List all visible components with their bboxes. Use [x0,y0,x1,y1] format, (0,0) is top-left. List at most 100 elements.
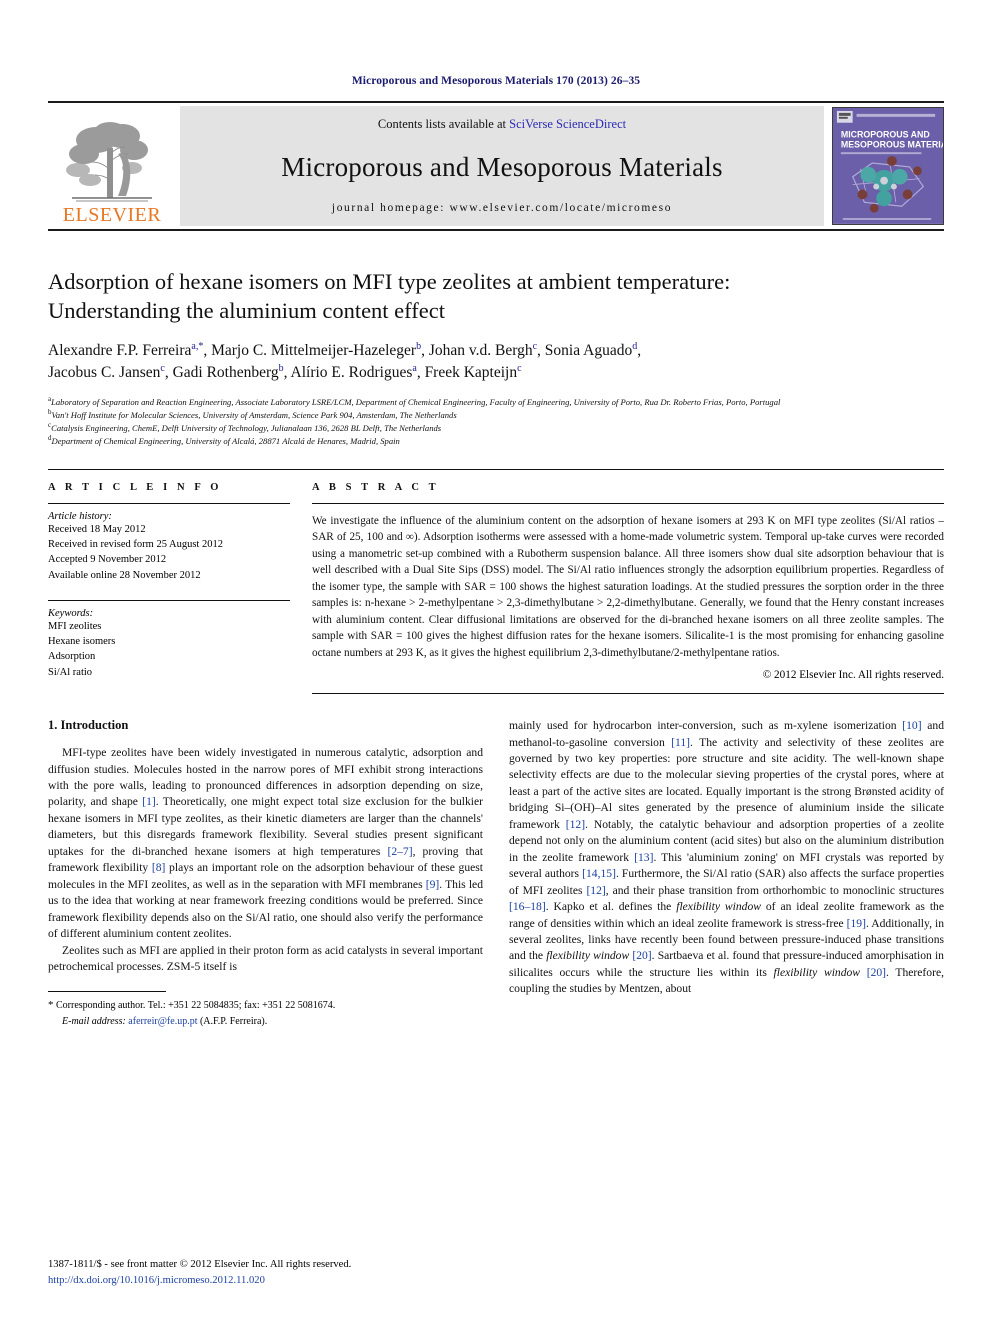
journal-masthead: ELSEVIER Contents lists available at Sci… [48,101,944,231]
keyword-item: Si/Al ratio [48,666,93,678]
cover-artwork: MICROPOROUS AND MESOPOROUS MATERIALS [833,108,943,224]
elsevier-wordmark: ELSEVIER [62,204,162,226]
footnote-star: * [48,999,54,1012]
author-line-2: Jacobus C. Jansenc, Gadi Rothenbergb, Al… [48,363,522,382]
elsevier-logo: ELSEVIER [48,103,176,229]
svg-text:MICROPOROUS AND: MICROPOROUS AND [841,129,930,139]
author-list: Alexandre F.P. Ferreiraa,*, Marjo C. Mit… [48,340,944,385]
article-history-list: Received 18 May 2012 Received in revised … [48,522,290,583]
email-owner: (A.F.P. Ferreira). [199,1015,268,1027]
affiliation-item: aLaboratory of Separation and Reaction E… [48,394,781,407]
abstract-rule-top [312,503,944,504]
affiliation-mark: a [48,394,52,403]
contents-available-line: Contents lists available at SciVerse Sci… [378,117,626,132]
keyword-item: MFI zeolites [48,620,102,632]
contents-prefix: Contents lists available at [377,117,510,131]
info-abstract-region: A R T I C L E I N F O Article history: R… [48,469,944,695]
footnote-email-line: E-mail address: aferreir@fe.up.pt (A.F.P… [48,1014,483,1029]
article-info-heading: A R T I C L E I N F O [48,482,223,493]
intro-paragraph-1: MFI-type zeolites have been widely inves… [48,746,483,941]
article-history-item: Available online 28 November 2012 [48,569,201,581]
article-history-label: Article history: [48,511,112,522]
affiliation-item: dDepartment of Chemical Engineering, Uni… [48,433,400,446]
keywords-label: Keywords: [48,607,94,619]
introduction-heading: 1. Introduction [48,718,129,733]
author-affiliation-mark: b [278,363,284,375]
citation-reference[interactable]: [20] [632,949,651,962]
footnote-corresponding-line: * Corresponding author. Tel.: +351 22 50… [48,997,483,1014]
emphasised-term: flexibility window [773,965,861,979]
citation-reference[interactable]: [14,15] [582,867,616,880]
author-affiliation-mark: d [632,340,638,352]
keywords-block: Keywords: MFI zeolites Hexane isomers Adso… [48,599,290,680]
keywords-list: MFI zeolites Hexane isomers Adsorption Si/A… [48,619,290,680]
author-affiliation-mark: c [517,363,522,375]
abstract-column: A B S T R A C T We investigate the influ… [312,482,944,695]
affiliation-item: cCatalysis Engineering, ChemE, Delft Uni… [48,420,442,433]
intro-paragraph-2: Zeolites such as MFI are applied in thei… [48,943,483,973]
author-affiliation-mark: b [416,340,422,352]
emphasised-term: flexibility window [676,900,761,914]
footnote-rule [48,991,166,993]
journal-band: Contents lists available at SciVerse Sci… [180,106,824,226]
citation-reference[interactable]: [11] [671,736,690,749]
title-line-1: Adsorption of hexane isomers on MFI type… [48,269,731,294]
body-right-column: mainly used for hydrocarbon inter-conver… [509,718,944,1029]
citation-reference[interactable]: [2–7] [387,845,412,858]
abstract-heading: A B S T R A C T [312,482,440,493]
doi-link[interactable]: http://dx.doi.org/10.1016/j.micromeso.20… [48,1273,944,1289]
keywords-rule [48,599,290,601]
elsevier-tree-icon [66,122,152,202]
body-two-column: 1. Introduction MFI-type zeolites have b… [48,718,944,1029]
keyword-item: Adsorption [48,651,96,663]
article-history-item: Accepted 9 November 2012 [48,554,167,566]
journal-homepage[interactable]: journal homepage: www.elsevier.com/locat… [332,202,672,214]
issn-copyright-line: 1387-1811/$ - see front matter © 2012 El… [48,1259,352,1271]
email-address-link[interactable]: aferreir@fe.up.pt [128,1016,197,1027]
running-head: Microporous and Mesoporous Materials 170… [351,75,641,87]
title-block: Adsorption of hexane isomers on MFI type… [48,267,944,447]
article-history-item: Received 18 May 2012 [48,524,146,535]
email-address-label: E-mail address: [62,1015,126,1027]
author-affiliation-mark: c [532,340,538,352]
abstract-rule-bottom [312,693,944,695]
citation-reference[interactable]: [13] [634,851,653,864]
page-footer: 1387-1811/$ - see front matter © 2012 El… [48,1257,944,1289]
affiliation-list: aLaboratory of Separation and Reaction E… [48,395,944,447]
author-line-1: Alexandre F.P. Ferreiraa,*, Marjo C. Mit… [48,340,642,359]
article-info-column: A R T I C L E I N F O Article history: R… [48,482,290,694]
abstract-text: We investigate the influence of the alum… [312,515,944,659]
author-affiliation-mark: c [160,363,165,375]
svg-text:MESOPOROUS MATERIALS: MESOPOROUS MATERIALS [841,139,943,149]
author-affiliation-mark: a [412,363,417,375]
affiliation-mark: d [48,433,52,442]
journal-cover-thumbnail: MICROPOROUS AND MESOPOROUS MATERIALS [832,107,944,225]
affiliation-mark: c [48,420,52,429]
corresponding-author-footnote: * Corresponding author. Tel.: +351 22 50… [48,991,483,1029]
article-history-item: Received in revised form 25 August 2012 [48,539,223,551]
citation-reference[interactable]: [19] [847,917,866,930]
emphasised-term: flexibility window [546,949,630,963]
sciencedirect-link[interactable]: SciVerse ScienceDirect [509,117,626,131]
citation-reference[interactable]: [8] [152,861,166,874]
citation-reference[interactable]: [1] [142,795,156,808]
article-info-rule-top [48,503,290,504]
intro-paragraph-3: mainly used for hydrocarbon inter-conver… [509,719,944,996]
citation-reference[interactable]: [10] [902,719,921,732]
citation-reference[interactable]: [16–18] [509,900,546,913]
paper-page: Microporous and Mesoporous Materials 170… [0,0,992,1323]
citation-reference[interactable]: [20] [867,966,886,979]
body-left-column: 1. Introduction MFI-type zeolites have b… [48,718,483,1029]
affiliation-mark: b [48,407,52,416]
citation-reference[interactable]: [12] [566,818,585,831]
citation-reference[interactable]: [12] [586,884,605,897]
keyword-item: Hexane isomers [48,636,116,648]
citation-reference[interactable]: [9] [426,878,440,891]
journal-title: Microporous and Mesoporous Materials [281,151,723,182]
affiliation-item: bVan't Hoff Institute for Molecular Scie… [48,407,457,420]
footnote-corresponding-text: Corresponding author. Tel.: +351 22 5084… [56,1000,336,1012]
author-affiliation-mark: a,* [191,340,204,352]
abstract-copyright: © 2012 Elsevier Inc. All rights reserved… [762,669,944,682]
title-line-2: Understanding the aluminium content effe… [48,298,445,324]
page-title: Adsorption of hexane isomers on MFI type… [48,267,944,326]
